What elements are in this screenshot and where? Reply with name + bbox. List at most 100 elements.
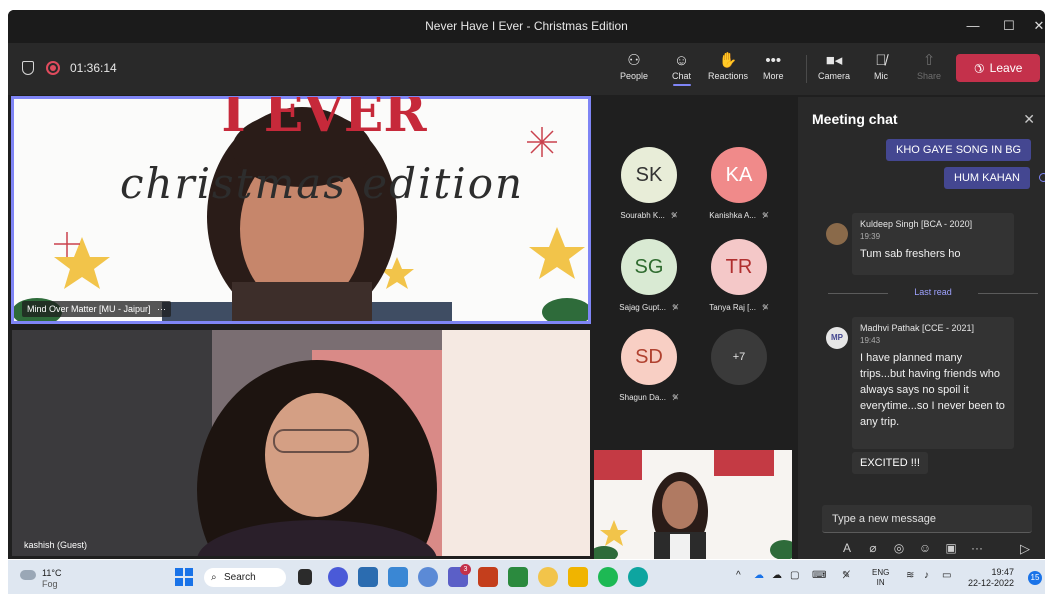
keyboard-icon[interactable]: ⌨ xyxy=(812,570,826,581)
emoji-icon[interactable]: ☺ xyxy=(912,541,938,555)
phone-icon: ✆ xyxy=(970,59,988,77)
notification-badge[interactable]: 15 xyxy=(1028,571,1042,585)
cloud-icon xyxy=(20,570,36,580)
onedrive-icon[interactable]: ☁ xyxy=(754,570,764,581)
chat-message: EXCITED !!! xyxy=(852,452,928,474)
screen: Never Have I Ever - Christmas Edition — … xyxy=(0,0,1045,594)
people-button[interactable]: ⚇ People xyxy=(620,51,648,81)
shield-icon xyxy=(22,61,34,75)
volume-icon[interactable]: ♪ xyxy=(924,570,929,581)
reactions-button[interactable]: ✋ Reactions xyxy=(708,51,748,81)
chrome-icon[interactable] xyxy=(538,567,558,587)
presenter-name: Mind Over Matter [MU - Jaipur] xyxy=(27,304,151,314)
language-indicator[interactable]: ENG IN xyxy=(872,568,889,588)
guest-name: kashish (Guest) xyxy=(24,540,88,550)
recording-icon xyxy=(46,61,60,75)
message-input[interactable] xyxy=(822,505,1032,532)
loop-icon[interactable]: ◎ xyxy=(886,541,912,555)
outlook-icon[interactable] xyxy=(388,567,408,587)
close-button[interactable]: ✕ xyxy=(1021,14,1045,38)
wps-icon[interactable] xyxy=(478,567,498,587)
send-icon[interactable]: ▷ xyxy=(1020,541,1030,557)
chat-button[interactable]: ☺ Chat xyxy=(672,51,692,86)
last-read-divider: Last read xyxy=(828,287,1038,297)
chat-label: Chat xyxy=(672,71,692,81)
camera-button[interactable]: ■◂ Camera xyxy=(818,51,850,81)
more-label: More xyxy=(763,71,784,81)
slide-text-top: I EVER xyxy=(221,97,427,144)
participant-card[interactable]: SG Sajag Gupt... ✎̸ xyxy=(604,239,694,312)
toolbar-divider xyxy=(806,55,807,83)
participant-card[interactable]: SD Shagun Da... ✎̸ xyxy=(604,329,694,402)
task-view-icon[interactable] xyxy=(298,569,312,585)
leave-button[interactable]: ✆ Leave xyxy=(956,54,1040,82)
more-participants-button[interactable]: +7 xyxy=(694,329,784,385)
more-options-icon[interactable]: ··· xyxy=(157,304,166,314)
teams-icon[interactable]: 3 xyxy=(448,564,471,587)
teams-meeting-window: Never Have I Ever - Christmas Edition — … xyxy=(8,10,1045,559)
mic-label: Mic xyxy=(874,71,888,81)
avatar: TR xyxy=(711,239,767,295)
more-icon[interactable]: ··· xyxy=(964,541,990,555)
window-title: Never Have I Ever - Christmas Edition xyxy=(425,19,628,33)
compose-box[interactable] xyxy=(822,505,1032,533)
edge-icon[interactable] xyxy=(628,567,648,587)
participant-name: Shagun Da... xyxy=(619,393,666,402)
meet-icon[interactable] xyxy=(328,567,348,587)
participant-name: Sourabh K... xyxy=(620,211,665,220)
reactions-label: Reactions xyxy=(708,71,749,81)
participant-card[interactable]: TR Tanya Raj [... ✎̸ xyxy=(694,239,784,312)
participant-name: Sajag Gupt... xyxy=(619,303,666,312)
camera-label: Camera xyxy=(818,71,851,81)
participant-card[interactable]: KA Kanishka A... ✎̸ xyxy=(694,147,784,220)
chat-message: Madhvi Pathak [CCE - 2021] 19:43 I have … xyxy=(852,317,1014,449)
tray-overflow-icon[interactable]: ^ xyxy=(736,570,741,581)
leave-label: Leave xyxy=(989,61,1023,75)
sheets-icon[interactable] xyxy=(508,567,528,587)
language-code: ENG xyxy=(872,568,890,577)
message-text: I have planned many trips...but having f… xyxy=(860,352,1005,428)
mic-muted-icon[interactable]: ✎̸ xyxy=(842,570,850,581)
weather-widget[interactable]: 11°C Fog xyxy=(20,568,62,590)
clock-date: 22-12-2022 xyxy=(968,578,1015,588)
slide-text-script: christmas edition xyxy=(119,159,525,208)
share-button[interactable]: ⇧ Share xyxy=(917,51,941,81)
chat-message: Kuldeep Singh [BCA - 2020] 19:39 Tum sab… xyxy=(852,213,1014,275)
format-icon[interactable]: A xyxy=(834,541,860,555)
avatar: SD xyxy=(621,329,677,385)
wifi-icon[interactable]: ≋ xyxy=(906,570,914,581)
minimize-button[interactable]: — xyxy=(955,14,991,38)
cloud-sync-icon[interactable]: ☁ xyxy=(772,570,782,581)
meeting-chat-panel: Meeting chat ✕ KHO GAYE SONG IN BG HUM K… xyxy=(798,97,1045,559)
meeting-toolbar: 01:36:14 ⚇ People ☺ Chat ✋ Reactions •••… xyxy=(8,43,1045,95)
file-explorer-icon[interactable] xyxy=(568,567,588,587)
participant-name: Tanya Raj [... xyxy=(709,303,756,312)
browser-icon[interactable] xyxy=(418,567,438,587)
more-icon: ••• xyxy=(765,52,782,69)
windows-start-icon[interactable] xyxy=(174,567,194,587)
taskbar-search[interactable]: ⌕ Search xyxy=(204,568,286,587)
attach-icon[interactable]: ⌀ xyxy=(860,541,886,555)
close-chat-icon[interactable]: ✕ xyxy=(1023,111,1035,128)
mic-button[interactable]: 🎙̸ Mic xyxy=(874,51,888,81)
self-view-tile[interactable] xyxy=(594,450,792,559)
system-clock[interactable]: 19:47 22-12-2022 xyxy=(968,567,1014,589)
spotify-icon[interactable] xyxy=(598,567,618,587)
avatar: KA xyxy=(711,147,767,203)
device-icon[interactable]: ▢ xyxy=(790,570,799,581)
temperature: 11°C xyxy=(42,568,62,578)
more-button[interactable]: ••• More xyxy=(763,51,784,81)
gif-icon[interactable]: ▣ xyxy=(938,541,964,555)
mic-off-icon: ✎̸ xyxy=(670,211,678,220)
video-tile-guest[interactable]: kashish (Guest) xyxy=(12,330,590,556)
mail-icon[interactable] xyxy=(358,567,378,587)
participant-card[interactable]: SK Sourabh K... ✎̸ xyxy=(604,147,694,220)
message-time: 19:43 xyxy=(860,336,881,345)
battery-icon[interactable]: ▭ xyxy=(942,570,951,581)
mic-off-icon: ✎̸ xyxy=(672,393,679,402)
region-code: IN xyxy=(876,578,885,587)
my-message: KHO GAYE SONG IN BG xyxy=(886,139,1032,161)
people-icon: ⚇ xyxy=(627,52,641,69)
sender-avatar xyxy=(826,223,848,245)
video-tile-presenter[interactable]: I EVER christmas edition Mind Over Matte… xyxy=(11,96,591,324)
